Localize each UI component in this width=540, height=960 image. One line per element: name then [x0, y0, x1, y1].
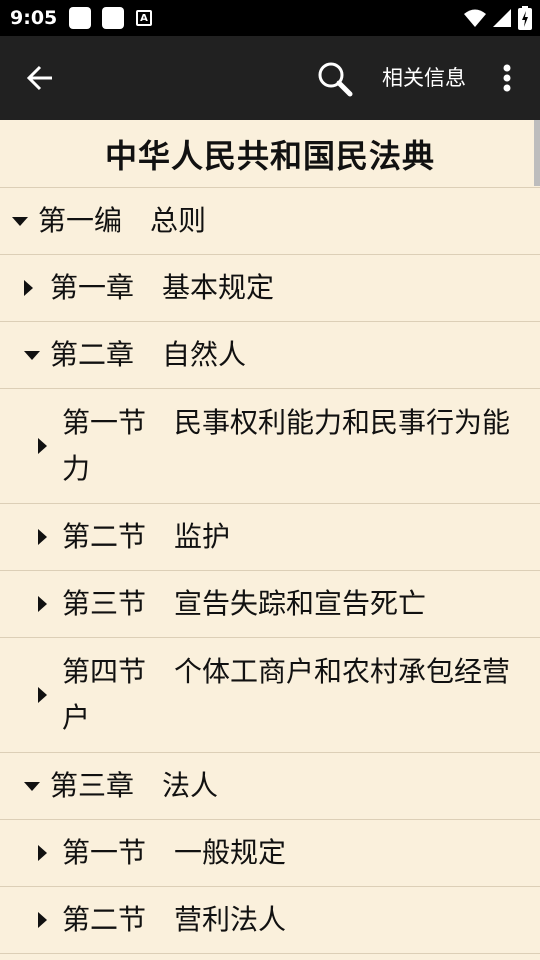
toc-item-label: 第三节 宣告失踪和宣告死亡 — [62, 587, 427, 620]
caret-right-icon[interactable] — [38, 596, 47, 612]
caret-down-icon[interactable] — [12, 217, 28, 226]
notification-letter-icon: A — [136, 10, 152, 26]
status-time: 9:05 — [10, 7, 58, 29]
toc-item[interactable]: 第二节 监护 — [0, 504, 540, 571]
toc-item[interactable]: 第一章 基本规定 — [0, 255, 540, 322]
more-options-button[interactable] — [492, 58, 522, 98]
notification-icon — [102, 7, 124, 29]
wifi-icon — [464, 9, 486, 27]
caret-right-icon[interactable] — [24, 280, 33, 296]
scrollbar[interactable] — [534, 120, 540, 186]
arrow-left-icon — [26, 65, 52, 91]
status-icons — [464, 0, 532, 36]
toc-content[interactable]: 中华人民共和国民法典 第一编 总则第一章 基本规定 第二章 自然人第一节 民事权利… — [0, 120, 540, 960]
battery-icon — [518, 6, 532, 30]
toc-item-label: 第一章 基本规定 — [50, 271, 275, 304]
caret-down-icon[interactable] — [24, 782, 40, 791]
document-title: 中华人民共和国民法典 — [0, 120, 540, 188]
toc-item-label: 第二节 营利法人 — [62, 903, 287, 936]
caret-right-icon[interactable] — [38, 687, 47, 703]
search-icon — [318, 62, 353, 97]
status-bar: 9:05 A — [0, 0, 540, 36]
signal-icon — [493, 9, 511, 27]
notification-icon — [69, 7, 91, 29]
toc-item-label: 第二节 监护 — [62, 520, 231, 553]
caret-right-icon[interactable] — [38, 529, 47, 545]
caret-right-icon[interactable] — [38, 845, 47, 861]
toc-item-label: 第四节 个体工商户和农村承包经营户 — [62, 655, 511, 734]
caret-down-icon[interactable] — [24, 351, 40, 360]
toc-item[interactable]: 第三章 法人 — [0, 753, 540, 820]
toc-list: 第一编 总则第一章 基本规定 第二章 自然人第一节 民事权利能力和民事行为能力第二… — [0, 188, 540, 954]
toc-item-label: 第一节 民事权利能力和民事行为能力 — [62, 406, 511, 485]
toc-item-label: 第一编 总则 — [38, 204, 207, 237]
related-info-button[interactable]: 相关信息 — [382, 62, 466, 94]
caret-right-icon[interactable] — [38, 438, 47, 454]
toc-item-label: 第二章 自然人 — [50, 338, 247, 371]
caret-right-icon[interactable] — [38, 912, 47, 928]
toc-item-label: 第一节 一般规定 — [62, 836, 287, 869]
search-button[interactable] — [312, 56, 358, 102]
toc-item[interactable]: 第四节 个体工商户和农村承包经营户 — [0, 638, 540, 753]
app-bar: 相关信息 — [0, 36, 540, 120]
toc-item[interactable]: 第一节 民事权利能力和民事行为能力 — [0, 389, 540, 504]
toc-item[interactable]: 第二章 自然人 — [0, 322, 540, 389]
toc-item-label: 第三章 法人 — [50, 769, 219, 802]
toc-item[interactable]: 第三节 宣告失踪和宣告死亡 — [0, 571, 540, 638]
toc-item[interactable]: 第一节 一般规定 — [0, 820, 540, 887]
more-vert-icon — [503, 64, 511, 92]
toc-item[interactable]: 第一编 总则 — [0, 188, 540, 255]
toc-item[interactable]: 第二节 营利法人 — [0, 887, 540, 954]
back-button[interactable] — [20, 58, 60, 98]
